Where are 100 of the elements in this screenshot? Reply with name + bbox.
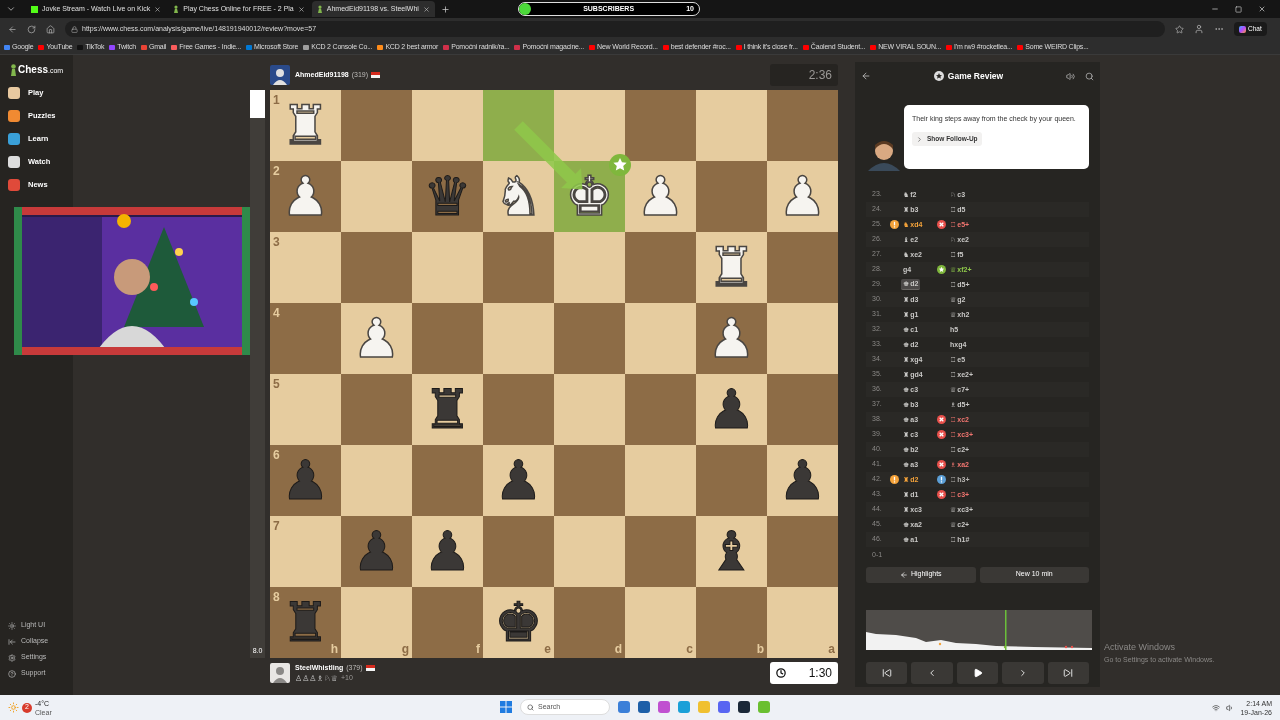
board-square[interactable] xyxy=(767,303,838,374)
board-square[interactable] xyxy=(767,232,838,303)
play-button[interactable] xyxy=(956,661,999,684)
maximize-icon[interactable] xyxy=(1235,5,1242,13)
chess-piece[interactable]: ♚ xyxy=(494,592,543,653)
board-square[interactable]: ♜ xyxy=(412,374,483,445)
board-square[interactable] xyxy=(696,161,767,232)
home-icon[interactable] xyxy=(46,24,55,34)
avatar-icon xyxy=(270,663,290,683)
favorites-icon[interactable] xyxy=(1175,24,1184,34)
board-square[interactable] xyxy=(696,90,767,161)
lock-icon xyxy=(71,25,78,33)
tab-list-icon[interactable] xyxy=(6,4,16,14)
chess-piece[interactable]: ♟ xyxy=(707,379,756,440)
settings-icon xyxy=(8,653,16,662)
rank-label: 5 xyxy=(273,376,280,393)
board-square[interactable] xyxy=(341,374,412,445)
rank-label: 7 xyxy=(273,518,280,535)
close-tab-icon[interactable] xyxy=(154,5,162,13)
reload-icon[interactable] xyxy=(27,24,36,34)
skip-forward-icon xyxy=(1063,667,1074,678)
board-square[interactable] xyxy=(625,374,696,445)
new-tab-icon[interactable] xyxy=(440,4,450,14)
board-square[interactable] xyxy=(412,303,483,374)
skip-back-icon xyxy=(881,667,892,678)
board-square[interactable] xyxy=(483,232,554,303)
minimize-icon[interactable] xyxy=(1211,5,1219,13)
board-square[interactable] xyxy=(341,232,412,303)
board-square[interactable] xyxy=(625,303,696,374)
close-icon[interactable] xyxy=(1258,5,1266,13)
clock: 1:30 xyxy=(770,662,838,684)
board-square[interactable] xyxy=(341,445,412,516)
board-square[interactable]: ♟ xyxy=(483,445,554,516)
file-label: e xyxy=(544,641,551,658)
board-square[interactable]: ♟ xyxy=(412,516,483,587)
chess-piece[interactable]: ♟ xyxy=(423,521,472,582)
board-square[interactable] xyxy=(554,90,625,161)
chess-piece[interactable]: ♟ xyxy=(494,450,543,511)
chess-piece[interactable]: ♟ xyxy=(281,166,330,227)
board-square[interactable] xyxy=(554,445,625,516)
chess-piece[interactable]: ♜ xyxy=(423,379,472,440)
back-icon[interactable] xyxy=(8,24,17,34)
last-move-button[interactable] xyxy=(1047,661,1090,684)
sound-icon[interactable] xyxy=(1066,71,1075,81)
board-square[interactable] xyxy=(554,374,625,445)
close-tab-icon[interactable] xyxy=(297,5,305,13)
taskbar-app-icon[interactable] xyxy=(738,701,750,713)
board-square[interactable] xyxy=(412,445,483,516)
profile-icon[interactable] xyxy=(1194,24,1204,34)
pawn-icon xyxy=(316,5,323,13)
board-square[interactable] xyxy=(625,232,696,303)
board-square[interactable] xyxy=(483,303,554,374)
volume-icon[interactable] xyxy=(1226,703,1235,712)
rank-label: 1 xyxy=(273,92,280,109)
board-square[interactable]: ♝ xyxy=(696,516,767,587)
close-tab-icon[interactable] xyxy=(422,5,430,13)
start-icon[interactable] xyxy=(500,701,512,713)
board-square[interactable] xyxy=(341,90,412,161)
chess-piece[interactable]: ♝ xyxy=(707,521,756,582)
board-square[interactable] xyxy=(412,232,483,303)
board-square[interactable] xyxy=(483,516,554,587)
clock: 2:36 xyxy=(770,64,838,86)
file-label: d xyxy=(614,641,622,658)
board-square[interactable] xyxy=(696,445,767,516)
rank-label: 8 xyxy=(273,589,280,606)
captured-pieces: ♙♙♙♗♘♕ xyxy=(295,673,339,683)
kick-logo-icon xyxy=(31,5,38,13)
board-square[interactable]: ♟ xyxy=(767,445,838,516)
search-icon[interactable] xyxy=(1085,71,1094,81)
support-icon xyxy=(8,669,16,678)
chess-piece[interactable]: ♟ xyxy=(707,308,756,369)
board-square[interactable] xyxy=(554,303,625,374)
taskbar-app-icon[interactable] xyxy=(638,701,650,713)
collapse-icon xyxy=(8,637,16,646)
chess-piece[interactable]: ♟ xyxy=(778,450,827,511)
flag-icon xyxy=(371,72,381,78)
pawn-icon xyxy=(173,5,180,13)
board-square[interactable] xyxy=(767,516,838,587)
board-square[interactable] xyxy=(625,90,696,161)
board-square[interactable] xyxy=(341,161,412,232)
flag-icon xyxy=(365,664,375,671)
board-square[interactable] xyxy=(767,374,838,445)
panel-title: Game Review xyxy=(947,69,1004,83)
star-icon xyxy=(933,71,944,81)
file-label: g xyxy=(401,641,409,658)
board-square[interactable] xyxy=(767,90,838,161)
first-move-button[interactable] xyxy=(866,661,908,684)
board-square[interactable] xyxy=(554,232,625,303)
clock-icon xyxy=(776,668,786,678)
follow-up-icon xyxy=(916,135,923,143)
board-square[interactable] xyxy=(554,516,625,587)
avatar-icon xyxy=(270,65,290,85)
board-square[interactable]: ♟ xyxy=(696,303,767,374)
board-square[interactable] xyxy=(483,374,554,445)
back-icon[interactable] xyxy=(861,71,871,81)
board-square[interactable] xyxy=(625,516,696,587)
board-square[interactable] xyxy=(625,445,696,516)
board-square[interactable] xyxy=(412,90,483,161)
network-icon[interactable] xyxy=(1212,703,1221,712)
board-square[interactable]: ♟ xyxy=(696,374,767,445)
